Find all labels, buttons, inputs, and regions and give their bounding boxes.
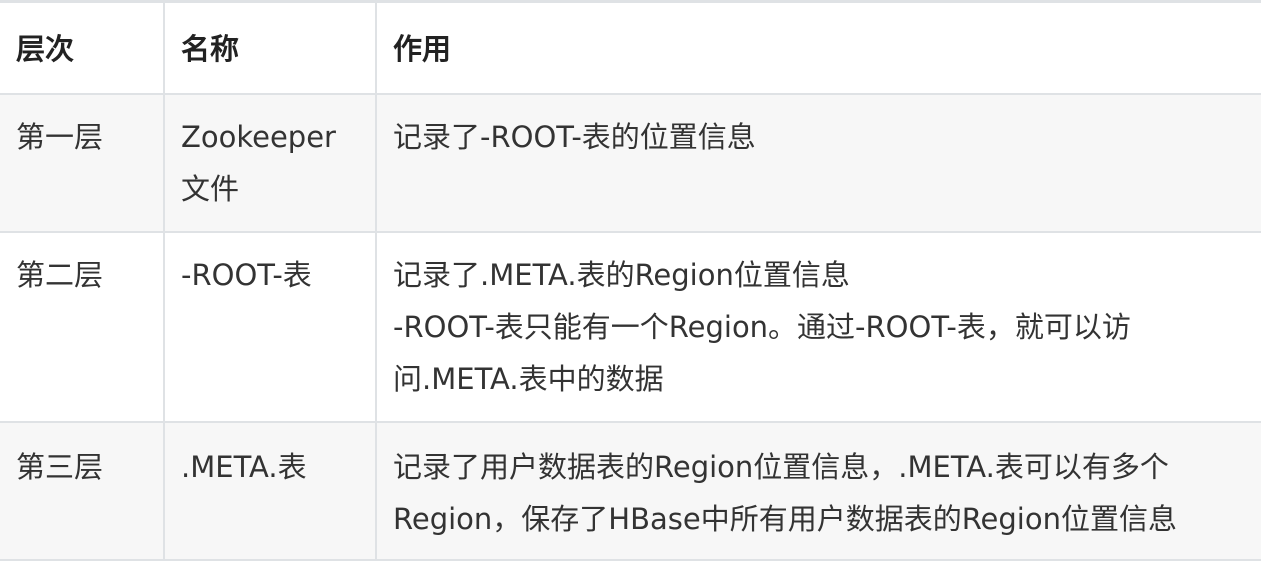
cell-function: 记录了.META.表的Region位置信息 -ROOT-表只能有一个Region…	[375, 231, 1261, 423]
cell-name: Zookeeper文件	[163, 93, 376, 233]
cell-name: -ROOT-表	[163, 231, 376, 423]
column-header-function: 作用	[375, 0, 1261, 95]
cell-function: 记录了用户数据表的Region位置信息，.META.表可以有多个 Region，…	[375, 421, 1261, 561]
cell-name: .META.表	[163, 421, 376, 561]
column-header-name: 名称	[163, 0, 376, 95]
table-row: 第一层 Zookeeper文件 记录了-ROOT-表的位置信息	[0, 93, 1261, 233]
table-row: 第三层 .META.表 记录了用户数据表的Region位置信息，.META.表可…	[0, 421, 1261, 561]
function-line: 问.META.表中的数据	[393, 361, 664, 396]
cell-level: 第一层	[0, 93, 164, 233]
cell-level: 第三层	[0, 421, 164, 561]
column-header-level: 层次	[0, 0, 164, 95]
cell-level: 第二层	[0, 231, 164, 423]
cell-function: 记录了-ROOT-表的位置信息	[375, 93, 1261, 233]
hbase-region-location-table: 层次 名称 作用 第一层 Zookeeper文件 记录了-ROOT-表的位置信息…	[0, 0, 1261, 561]
function-line: -ROOT-表只能有一个Region。通过-ROOT-表，就可以访	[393, 309, 1131, 344]
function-line: 记录了.META.表的Region位置信息	[393, 257, 850, 292]
function-line: 记录了用户数据表的Region位置信息，.META.表可以有多个	[393, 449, 1169, 484]
table-row: 第二层 -ROOT-表 记录了.META.表的Region位置信息 -ROOT-…	[0, 231, 1261, 423]
cell-name-text: Zookeeper文件	[181, 119, 336, 206]
function-line: Region，保存了HBase中所有用户数据表的Region位置信息	[393, 501, 1177, 536]
table-header-row: 层次 名称 作用	[0, 0, 1261, 95]
